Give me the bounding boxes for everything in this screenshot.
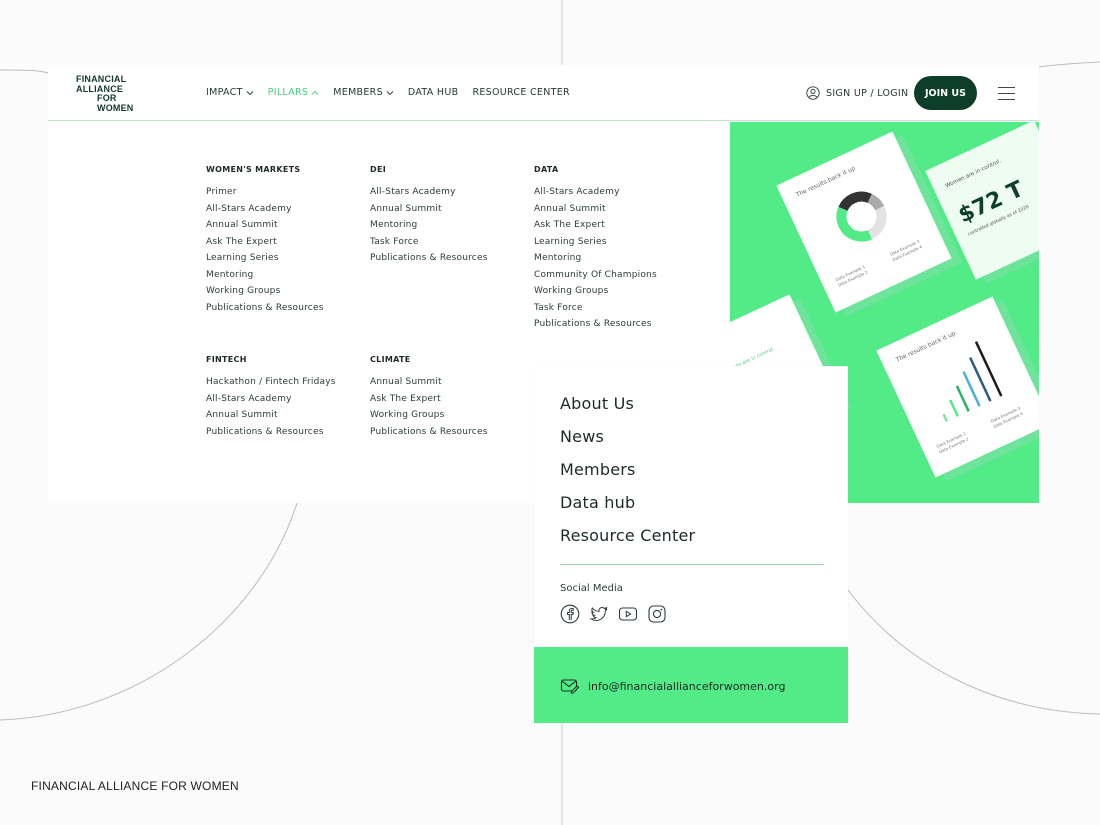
chevron-down-icon — [246, 90, 254, 95]
panel-divider — [560, 564, 824, 565]
category-data: DATA All-Stars Academy Annual Summit Ask… — [534, 165, 657, 333]
contact-footer: info@financialallianceforwomen.org — [534, 647, 848, 723]
nav-item-members[interactable]: MEMBERS — [333, 87, 394, 98]
top-navigation: FINANCIAL ALLIANCE FOR WOMEN IMPACT PILL… — [48, 65, 1039, 121]
nav-item-resource-center[interactable]: RESOURCE CENTER — [472, 87, 570, 98]
nav-item-data-hub[interactable]: DATA HUB — [408, 87, 459, 98]
menu-link[interactable]: Working Groups — [370, 407, 488, 424]
menu-link[interactable]: Publications & Resources — [370, 250, 488, 267]
menu-link[interactable]: All-Stars Academy — [206, 201, 324, 218]
menu-link[interactable]: Learning Series — [534, 234, 657, 251]
category-climate: CLIMATE Annual Summit Ask The Expert Wor… — [370, 355, 488, 440]
category-title: WOMEN'S MARKETS — [206, 165, 301, 174]
nav-item-pillars[interactable]: PILLARS — [268, 87, 320, 98]
bar-card: The results back it up Data Example 1 Da… — [876, 296, 1039, 478]
category-fintech: FINTECH Hackathon / Fintech Fridays All-… — [206, 355, 336, 440]
menu-link[interactable]: Community Of Champions — [534, 267, 657, 284]
donut-chart-icon — [836, 191, 887, 242]
hamburger-menu-icon[interactable] — [998, 87, 1015, 100]
nav-item-label: IMPACT — [206, 87, 243, 98]
menu-link[interactable]: Primer — [206, 184, 324, 201]
chevron-down-icon — [386, 90, 394, 95]
menu-link[interactable]: Ask The Expert — [534, 217, 657, 234]
category-dei: DEI All-Stars Academy Annual Summit Ment… — [370, 165, 488, 267]
menu-link[interactable]: Mentoring — [370, 217, 488, 234]
category-womens-markets: WOMEN'S MARKETS Primer All-Stars Academy… — [206, 165, 324, 316]
menu-link[interactable]: All-Stars Academy — [534, 184, 657, 201]
chevron-up-icon — [311, 90, 319, 95]
menu-link[interactable]: Annual Summit — [370, 374, 488, 391]
menu-link[interactable]: All-Stars Academy — [370, 184, 488, 201]
menu-link[interactable]: Publications & Resources — [370, 424, 488, 441]
category-title: DEI — [370, 165, 386, 174]
panel-link-news[interactable]: News — [560, 427, 604, 446]
category-title: CLIMATE — [370, 355, 411, 364]
twitter-icon[interactable] — [589, 604, 609, 624]
youtube-icon[interactable] — [618, 604, 638, 624]
primary-nav: IMPACT PILLARS MEMBERS DATA HUB RESOURCE… — [206, 87, 570, 98]
panel-link-about-us[interactable]: About Us — [560, 394, 634, 413]
panel-link-resource-center[interactable]: Resource Center — [560, 526, 695, 545]
email-link[interactable]: info@financialallianceforwomen.org — [560, 677, 785, 695]
signup-login-link[interactable]: SIGN UP / LOGIN — [806, 86, 908, 100]
menu-link[interactable]: Task Force — [370, 234, 488, 251]
email-address: info@financialallianceforwomen.org — [588, 679, 786, 693]
facebook-icon[interactable] — [560, 604, 580, 624]
menu-link[interactable]: Publications & Resources — [534, 316, 657, 333]
menu-link[interactable]: Hackathon / Fintech Fridays — [206, 374, 336, 391]
join-us-button[interactable]: JOIN US — [914, 76, 977, 110]
menu-link[interactable]: Publications & Resources — [206, 424, 336, 441]
menu-link[interactable]: Working Groups — [534, 283, 657, 300]
nav-item-label: RESOURCE CENTER — [472, 87, 570, 98]
donut-card: The results back it up Data Example 1 Da… — [776, 131, 952, 313]
instagram-icon[interactable] — [647, 604, 667, 624]
menu-link[interactable]: Ask The Expert — [206, 234, 324, 251]
menu-link[interactable]: Task Force — [534, 300, 657, 317]
menu-link[interactable]: Working Groups — [206, 283, 324, 300]
nav-item-label: DATA HUB — [407, 87, 459, 98]
nav-item-label: PILLARS — [267, 87, 309, 98]
stat-caption: Women are in control. — [944, 158, 1003, 190]
category-title: FINTECH — [206, 355, 247, 364]
menu-link[interactable]: Annual Summit — [206, 217, 324, 234]
menu-link[interactable]: Ask The Expert — [370, 391, 488, 408]
menu-link[interactable]: Annual Summit — [206, 407, 336, 424]
panel-link-members[interactable]: Members — [560, 460, 636, 479]
site-logo[interactable]: FINANCIAL ALLIANCE FOR WOMEN — [76, 74, 134, 113]
footer-brand-text: FINANCIAL ALLIANCE FOR WOMEN — [31, 779, 239, 793]
menu-link[interactable]: Annual Summit — [370, 201, 488, 218]
menu-link[interactable]: Annual Summit — [534, 201, 657, 218]
menu-link[interactable]: Mentoring — [206, 267, 324, 284]
menu-link[interactable]: Mentoring — [534, 250, 657, 267]
menu-link[interactable]: Learning Series — [206, 250, 324, 267]
side-menu-panel: About Us News Members Data hub Resource … — [534, 366, 848, 723]
menu-link[interactable]: Publications & Resources — [206, 300, 324, 317]
signup-label: SIGN UP / LOGIN — [826, 87, 909, 99]
mail-icon — [560, 679, 580, 694]
menu-link[interactable]: All-Stars Academy — [206, 391, 336, 408]
category-title: DATA — [534, 165, 559, 174]
nav-item-impact[interactable]: IMPACT — [206, 87, 254, 98]
nav-item-label: MEMBERS — [333, 87, 383, 98]
user-icon — [806, 86, 820, 100]
logo-line: WOMEN — [97, 102, 134, 113]
social-icons — [560, 604, 667, 624]
panel-link-data-hub[interactable]: Data hub — [560, 493, 635, 512]
social-media-title: Social Media — [560, 583, 623, 594]
